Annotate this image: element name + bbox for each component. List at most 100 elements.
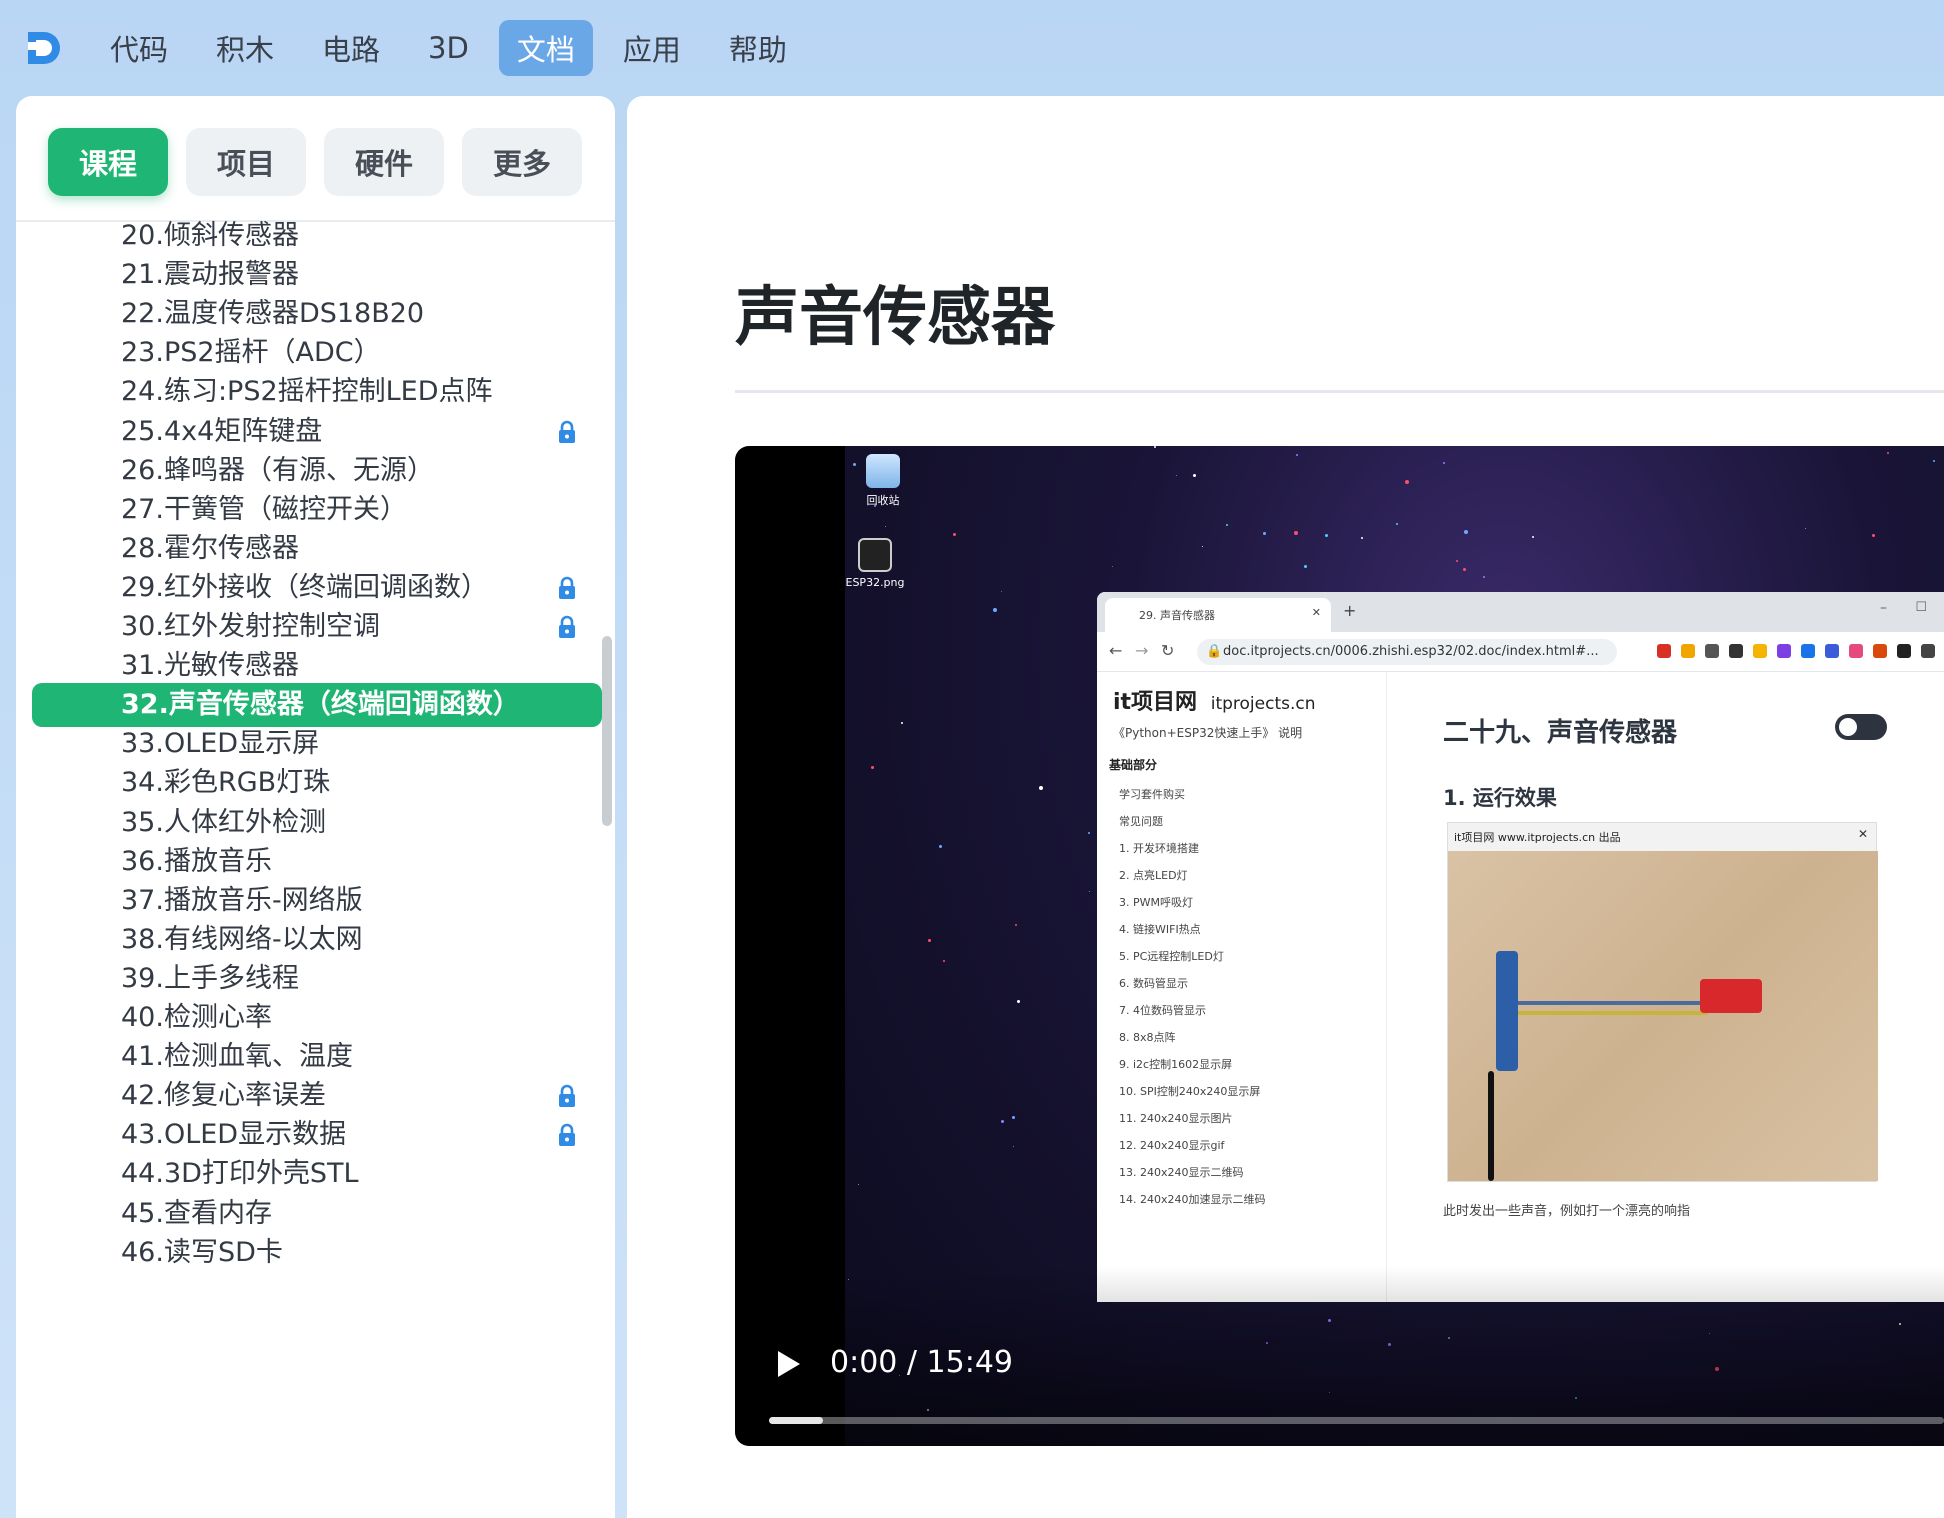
video-player[interactable]: 回收站 ESP32.png 29. 声音传感器 ✕ + – ☐ ← → ↻ 🔒 … xyxy=(735,446,1944,1446)
lesson-item[interactable]: 20.倾斜传感器 xyxy=(32,214,602,258)
doc-menu-item: 14. 240x240加速显示二维码 xyxy=(1119,1193,1266,1206)
lesson-item[interactable]: 29.红外接收（终端回调函数） xyxy=(32,566,602,610)
star-decoration xyxy=(1089,891,1090,892)
lesson-item[interactable]: 36.播放音乐 xyxy=(32,840,602,884)
lesson-item[interactable]: 45.查看内存 xyxy=(32,1192,602,1236)
app-logo-icon[interactable] xyxy=(24,28,64,68)
star-decoration xyxy=(1361,537,1363,539)
tab-projects[interactable]: 项目 xyxy=(186,128,306,196)
lesson-item[interactable]: 21.震动报警器 xyxy=(32,253,602,297)
nav-help[interactable]: 帮助 xyxy=(711,20,805,76)
extension-icons xyxy=(1657,644,1944,658)
tab-courses[interactable]: 课程 xyxy=(48,128,168,196)
lesson-item-label: 41.检测血氧、温度 xyxy=(121,1041,353,1072)
lesson-item[interactable]: 25.4x4矩阵键盘 xyxy=(32,410,602,454)
lock-icon xyxy=(559,1084,575,1107)
extension-icon xyxy=(1753,644,1767,658)
star-decoration xyxy=(1112,566,1113,567)
extension-icon xyxy=(1825,644,1839,658)
lesson-item[interactable]: 31.光敏传感器 xyxy=(32,644,602,688)
image-file-icon xyxy=(858,538,892,572)
lesson-item[interactable]: 28.霍尔传感器 xyxy=(32,527,602,571)
star-decoration xyxy=(1263,532,1266,535)
browser-window: 29. 声音传感器 ✕ + – ☐ ← → ↻ 🔒 doc.itprojects… xyxy=(1097,592,1944,1302)
lesson-item-label: 28.霍尔传感器 xyxy=(121,533,299,564)
lesson-item[interactable]: 43.OLED显示数据 xyxy=(32,1113,602,1157)
lesson-item-label: 31.光敏传感器 xyxy=(121,650,299,681)
star-decoration xyxy=(1001,1120,1004,1123)
doc-heading: 二十九、声音传感器 xyxy=(1443,718,1678,748)
star-decoration xyxy=(939,845,942,848)
lesson-item[interactable]: 26.蜂鸣器（有源、无源） xyxy=(32,449,602,493)
extension-icon xyxy=(1657,644,1671,658)
sidebar-tabs: 课程 项目 硬件 更多 xyxy=(16,96,615,222)
lesson-item-label: 32.声音传感器（终端回调函数） xyxy=(121,689,520,720)
lesson-item-label: 38.有线网络-以太网 xyxy=(121,924,363,955)
lock-icon xyxy=(559,576,575,599)
lesson-item[interactable]: 22.温度传感器DS18B20 xyxy=(32,292,602,336)
lesson-item-label: 25.4x4矩阵键盘 xyxy=(121,416,323,447)
lesson-item-label: 20.倾斜传感器 xyxy=(121,220,299,251)
nav-blocks[interactable]: 积木 xyxy=(198,20,292,76)
lesson-item[interactable]: 33.OLED显示屏 xyxy=(32,722,602,766)
nav-3d[interactable]: 3D xyxy=(410,20,487,76)
lesson-item[interactable]: 24.练习:PS2摇杆控制LED点阵 xyxy=(32,370,602,414)
lesson-item[interactable]: 44.3D打印外壳STL xyxy=(32,1152,602,1196)
lesson-item[interactable]: 41.检测血氧、温度 xyxy=(32,1035,602,1079)
play-icon[interactable] xyxy=(775,1349,803,1379)
lesson-item-label: 36.播放音乐 xyxy=(121,846,272,877)
lesson-item[interactable]: 34.彩色RGB灯珠 xyxy=(32,761,602,805)
lesson-item-active[interactable]: 32.声音传感器（终端回调函数） xyxy=(32,683,602,727)
sidebar-scrollbar[interactable] xyxy=(602,636,612,826)
star-decoration xyxy=(1193,474,1196,477)
lesson-item[interactable]: 23.PS2摇杆（ADC） xyxy=(32,331,602,375)
page-title: 声音传感器 xyxy=(735,281,1055,355)
lesson-item-label: 46.读写SD卡 xyxy=(121,1237,283,1268)
minimize-icon: – xyxy=(1880,600,1887,616)
nav-apps[interactable]: 应用 xyxy=(605,20,699,76)
close-icon: ✕ xyxy=(1311,606,1321,619)
desktop-icon-recycle-bin: 回收站 xyxy=(853,454,913,508)
lesson-item-label: 42.修复心率误差 xyxy=(121,1080,326,1111)
lesson-item[interactable]: 38.有线网络-以太网 xyxy=(32,918,602,962)
doc-subtitle: 《Python+ESP32快速上手》 说明 xyxy=(1113,726,1303,740)
lesson-item[interactable]: 35.人体红外检测 xyxy=(32,801,602,845)
nav-code[interactable]: 代码 xyxy=(92,20,186,76)
doc-menu-item: 6. 数码管显示 xyxy=(1119,977,1188,990)
lesson-item[interactable]: 40.检测心率 xyxy=(32,996,602,1040)
star-decoration xyxy=(1015,924,1017,926)
lesson-item-label: 37.播放音乐-网络版 xyxy=(121,885,363,916)
lesson-item[interactable]: 39.上手多线程 xyxy=(32,957,602,1001)
star-decoration xyxy=(1226,524,1228,526)
star-decoration xyxy=(1933,460,1935,462)
star-decoration xyxy=(1396,523,1398,525)
tab-hardware[interactable]: 硬件 xyxy=(324,128,444,196)
extension-icon xyxy=(1801,644,1815,658)
video-progress-bar[interactable] xyxy=(769,1417,1944,1424)
star-decoration xyxy=(943,960,945,962)
star-decoration xyxy=(1039,786,1043,790)
star-decoration xyxy=(993,608,997,612)
lesson-item[interactable]: 46.读写SD卡 xyxy=(32,1231,602,1275)
tab-more[interactable]: 更多 xyxy=(462,128,582,196)
star-decoration xyxy=(1296,454,1298,456)
star-decoration xyxy=(858,1184,859,1185)
back-icon: ← xyxy=(1109,641,1123,660)
lesson-item[interactable]: 27.干簧管（磁控开关） xyxy=(32,488,602,532)
star-decoration xyxy=(1325,534,1328,537)
lesson-item-label: 23.PS2摇杆（ADC） xyxy=(121,337,381,368)
doc-demo-video: it项目网 www.itprojects.cn 出品 ✕ xyxy=(1447,822,1878,1182)
lesson-item[interactable]: 30.红外发射控制空调 xyxy=(32,605,602,649)
doc-menu-item: 2. 点亮LED灯 xyxy=(1119,869,1188,882)
star-decoration xyxy=(1202,546,1203,547)
lesson-item[interactable]: 37.播放音乐-网络版 xyxy=(32,879,602,923)
lesson-item[interactable]: 42.修复心率误差 xyxy=(32,1074,602,1118)
star-decoration xyxy=(871,766,874,769)
doc-main: 二十九、声音传感器 1. 运行效果 it项目网 www.itprojects.c… xyxy=(1387,672,1944,1302)
nav-circuit[interactable]: 电路 xyxy=(304,20,398,76)
doc-menu-item: 12. 240x240显示gif xyxy=(1119,1139,1225,1152)
doc-menu-item: 11. 240x240显示图片 xyxy=(1119,1112,1233,1125)
star-decoration xyxy=(901,722,903,724)
demo-video-caption: it项目网 www.itprojects.cn 出品 xyxy=(1454,831,1621,844)
nav-docs[interactable]: 文档 xyxy=(498,20,593,76)
